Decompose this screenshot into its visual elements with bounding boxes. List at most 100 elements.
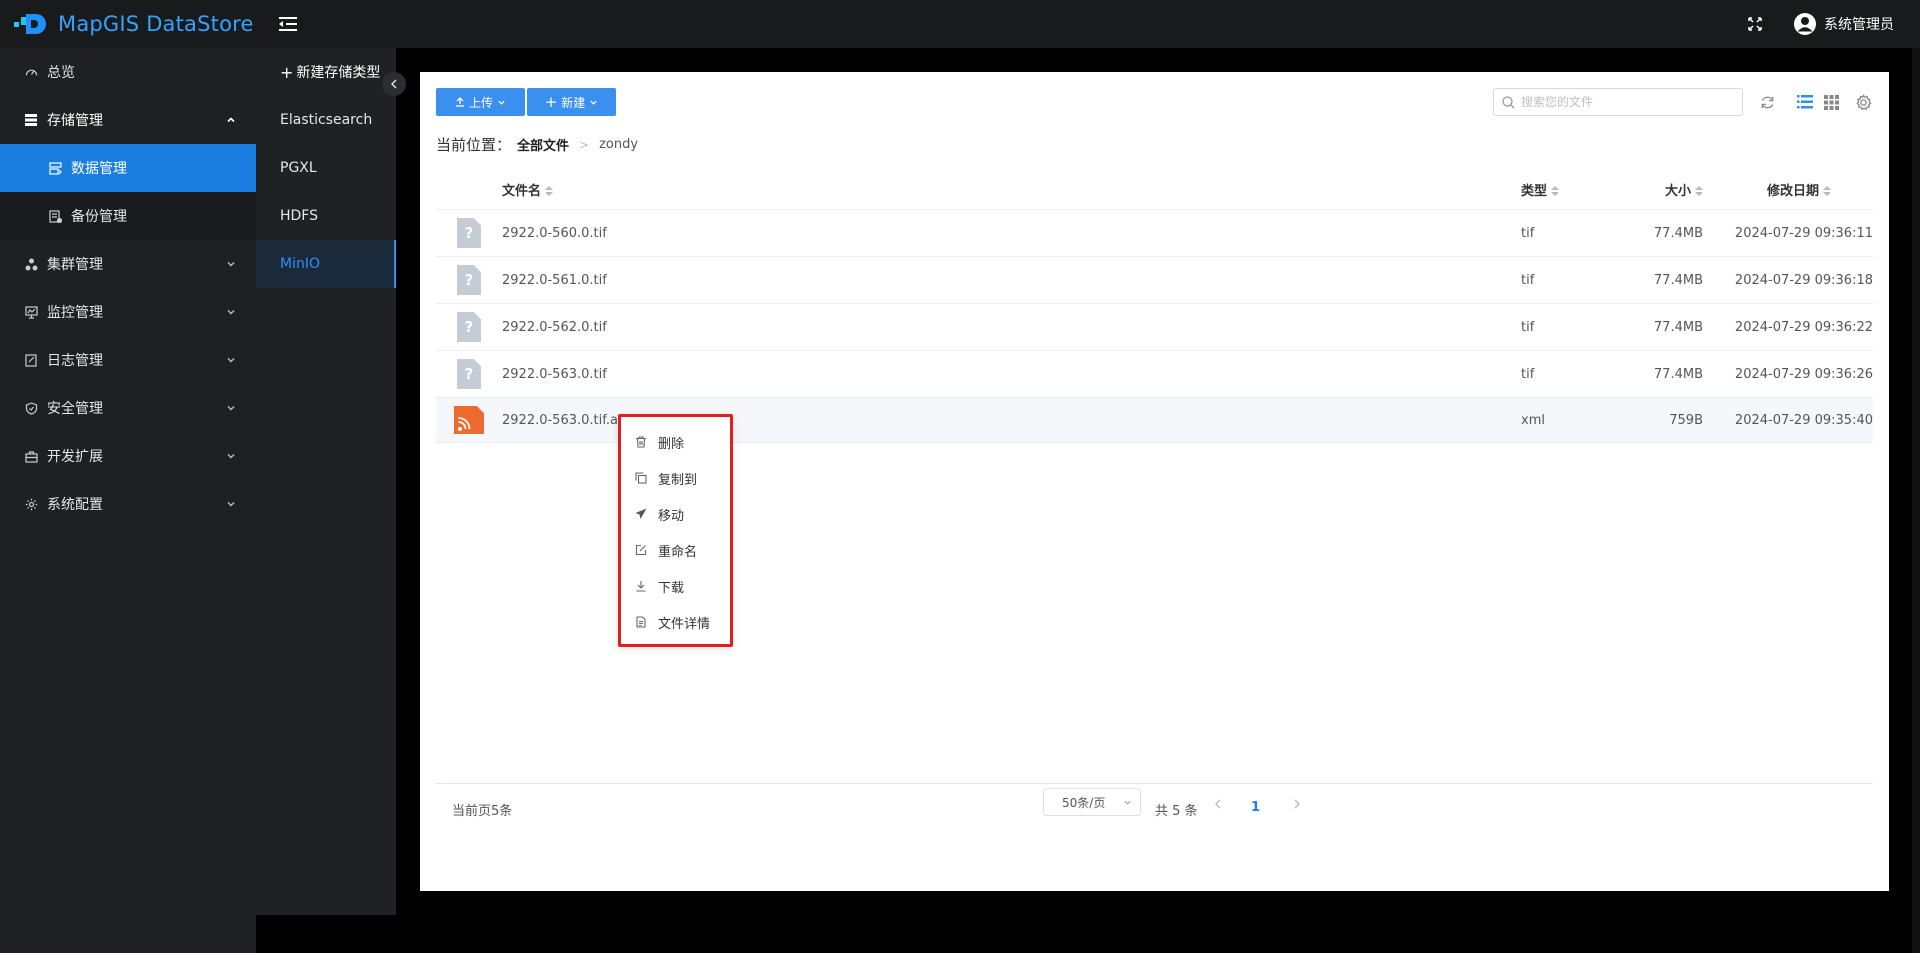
file-name: 2922.0-561.0.tif bbox=[502, 272, 607, 288]
upload-button[interactable]: 上传 bbox=[436, 88, 525, 116]
file-type: tif bbox=[1521, 225, 1535, 241]
chevron-down-icon bbox=[590, 100, 597, 105]
app-root: MapGIS DataStore 系统管理员 总览 存储管理 数据管理 备份管理… bbox=[0, 0, 1920, 953]
context-menu-label: 删除 bbox=[658, 436, 685, 452]
new-storage-type-button[interactable]: + 新建存储类型 bbox=[256, 48, 396, 96]
sidebar-item-log[interactable]: 日志管理 bbox=[0, 336, 256, 384]
storage-item-minio[interactable]: MinIO bbox=[256, 240, 396, 288]
file-size: 77.4MB bbox=[1653, 319, 1703, 335]
storage-item-elasticsearch[interactable]: Elasticsearch bbox=[256, 96, 396, 144]
refresh-icon[interactable] bbox=[1757, 92, 1777, 112]
sidebar-item-system-config[interactable]: 系统配置 bbox=[0, 480, 256, 528]
file-toolbar: 上传 + 新建 bbox=[436, 88, 1873, 116]
next-page-icon[interactable] bbox=[1291, 796, 1303, 812]
chevron-down-icon bbox=[227, 262, 235, 267]
file-name: 2922.0-562.0.tif bbox=[502, 319, 607, 335]
search-input[interactable] bbox=[1521, 95, 1721, 109]
file-date: 2024-07-29 09:35:40 bbox=[1734, 412, 1873, 428]
sidebar-item-backup-management[interactable]: 备份管理 bbox=[0, 192, 256, 240]
page-number[interactable]: 1 bbox=[1251, 800, 1260, 815]
prev-page-icon[interactable] bbox=[1212, 796, 1224, 812]
new-label: 新建 bbox=[561, 95, 586, 110]
table-row[interactable]: ? 2922.0-561.0.tif tif 77.4MB 2024-07-29… bbox=[436, 257, 1873, 304]
pagination: 当前页5条 50条/页 共 5 条 1 bbox=[436, 783, 1873, 819]
app-title: MapGIS DataStore bbox=[58, 12, 254, 36]
context-menu-rename[interactable]: 重命名 bbox=[621, 532, 730, 568]
header-name[interactable]: 文件名 bbox=[502, 180, 1521, 199]
upload-label: 上传 bbox=[468, 95, 493, 110]
menu-toggle-icon[interactable] bbox=[276, 12, 300, 36]
file-type: tif bbox=[1521, 272, 1535, 288]
settings-gear-icon[interactable] bbox=[1853, 92, 1873, 112]
header-name-label: 文件名 bbox=[502, 184, 542, 199]
header-size-label: 大小 bbox=[1664, 184, 1691, 199]
header-actions: 系统管理员 bbox=[1745, 0, 1894, 48]
total-count: 共 5 条 bbox=[1155, 804, 1198, 819]
context-menu-move[interactable]: 移动 bbox=[621, 496, 730, 532]
collapse-panel-icon[interactable] bbox=[382, 72, 406, 96]
header-size[interactable]: 大小 bbox=[1631, 180, 1703, 199]
table-row[interactable]: ? 2922.0-563.0.tif tif 77.4MB 2024-07-29… bbox=[436, 351, 1873, 398]
app-logo[interactable]: MapGIS DataStore bbox=[0, 0, 256, 48]
grid-view-icon[interactable] bbox=[1821, 92, 1841, 112]
breadcrumb: 当前位置： 全部文件 > zondy bbox=[436, 134, 638, 155]
table-row[interactable]: ? 2922.0-562.0.tif tif 77.4MB 2024-07-29… bbox=[436, 304, 1873, 351]
table-row[interactable]: ? 2922.0-560.0.tif tif 77.4MB 2024-07-29… bbox=[436, 210, 1873, 257]
storage-item-hdfs[interactable]: HDFS bbox=[256, 192, 396, 240]
sidebar-item-data-management[interactable]: 数据管理 bbox=[0, 144, 256, 192]
sidebar-item-label: 存储管理 bbox=[47, 113, 103, 129]
file-name: 2922.0-563.0.tif bbox=[502, 366, 607, 382]
sidebar-item-label: 开发扩展 bbox=[47, 449, 103, 465]
sidebar-item-security[interactable]: 安全管理 bbox=[0, 384, 256, 432]
trash-icon bbox=[634, 435, 648, 449]
list-view-icon[interactable] bbox=[1795, 92, 1815, 112]
header-type-label: 类型 bbox=[1521, 184, 1548, 199]
header-type[interactable]: 类型 bbox=[1521, 180, 1631, 199]
chevron-up-icon bbox=[227, 117, 235, 123]
page-scrollbar[interactable] bbox=[1912, 48, 1920, 953]
context-menu-label: 文件详情 bbox=[658, 616, 711, 632]
download-icon bbox=[634, 579, 648, 593]
gear-icon bbox=[24, 497, 38, 511]
fullscreen-icon[interactable] bbox=[1745, 14, 1765, 34]
upload-icon bbox=[455, 97, 464, 107]
file-type: xml bbox=[1521, 412, 1545, 428]
user-menu[interactable]: 系统管理员 bbox=[1793, 12, 1894, 36]
current-page-count: 当前页5条 bbox=[452, 804, 513, 819]
chevron-down-icon bbox=[498, 100, 505, 105]
cluster-icon bbox=[24, 257, 38, 271]
sidebar-item-label: 数据管理 bbox=[71, 161, 127, 177]
unknown-file-icon: ? bbox=[457, 312, 481, 342]
storage-type-list: + 新建存储类型 Elasticsearch PGXL HDFS MinIO bbox=[256, 48, 396, 915]
send-icon bbox=[634, 507, 648, 521]
sidebar-item-dev-extension[interactable]: 开发扩展 bbox=[0, 432, 256, 480]
backup-icon bbox=[48, 209, 62, 223]
page-size-select[interactable]: 50条/页 bbox=[1043, 788, 1141, 816]
file-date: 2024-07-29 09:36:26 bbox=[1734, 366, 1873, 382]
avatar-icon bbox=[1794, 13, 1816, 35]
context-menu-file-details[interactable]: 文件详情 bbox=[621, 604, 730, 640]
copy-icon bbox=[634, 471, 648, 485]
context-menu-label: 重命名 bbox=[658, 544, 698, 560]
sidebar-item-storage[interactable]: 存储管理 bbox=[0, 96, 256, 144]
sidebar-item-label: 备份管理 bbox=[71, 209, 127, 225]
sidebar-item-cluster[interactable]: 集群管理 bbox=[0, 240, 256, 288]
table-header: 文件名 类型 大小 修改日期 bbox=[436, 170, 1873, 210]
context-menu-download[interactable]: 下载 bbox=[621, 568, 730, 604]
sidebar-item-monitor[interactable]: 监控管理 bbox=[0, 288, 256, 336]
new-button[interactable]: + 新建 bbox=[527, 88, 616, 116]
data-icon bbox=[48, 161, 62, 175]
context-menu-copy-to[interactable]: 复制到 bbox=[621, 460, 730, 496]
breadcrumb-root[interactable]: 全部文件 bbox=[517, 135, 569, 154]
storage-icon bbox=[24, 113, 38, 127]
unknown-file-icon: ? bbox=[457, 359, 481, 389]
file-type: tif bbox=[1521, 319, 1535, 335]
sidebar-item-overview[interactable]: 总览 bbox=[0, 48, 256, 96]
storage-item-pgxl[interactable]: PGXL bbox=[256, 144, 396, 192]
left-sidebar: 总览 存储管理 数据管理 备份管理 集群管理 监控管理 日志管理 安全管理 开发… bbox=[0, 48, 256, 953]
file-size: 77.4MB bbox=[1653, 272, 1703, 288]
header-date[interactable]: 修改日期 bbox=[1703, 180, 1873, 199]
new-storage-type-label: 新建存储类型 bbox=[296, 65, 381, 81]
context-menu-delete[interactable]: 删除 bbox=[621, 424, 730, 460]
toolbox-icon bbox=[24, 449, 38, 463]
